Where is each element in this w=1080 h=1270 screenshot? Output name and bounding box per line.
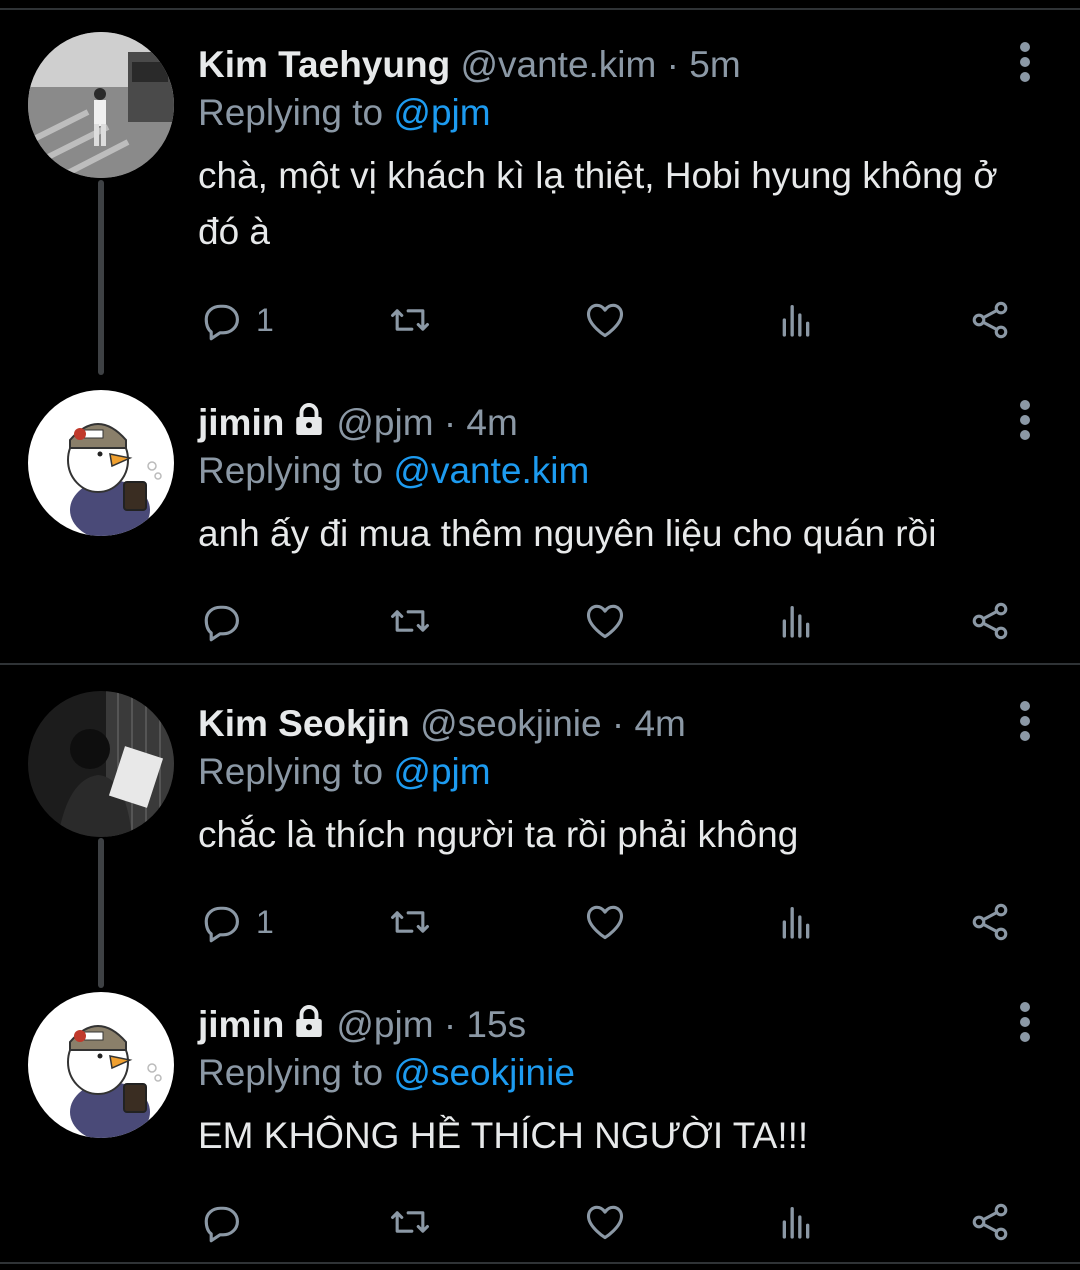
avatar[interactable] (28, 992, 174, 1138)
retweet-button[interactable] (386, 898, 434, 946)
views-icon (782, 606, 810, 638)
tweet-text: chắc là thích người ta rồi phải không (198, 814, 799, 855)
lock-icon (296, 403, 323, 435)
user-handle[interactable]: @pjm (336, 1004, 433, 1045)
like-button[interactable] (582, 597, 628, 645)
display-name[interactable]: jimin (198, 402, 284, 443)
timestamp[interactable]: 4m (634, 703, 685, 744)
user-handle[interactable]: @seokjinie (420, 703, 602, 744)
timestamp[interactable]: 5m (689, 44, 740, 85)
more-icon[interactable] (1014, 40, 1036, 84)
mention-link[interactable]: @pjm (393, 751, 490, 792)
retweet-icon (391, 610, 429, 632)
replying-label: Replying to (198, 751, 384, 792)
tweet-text: chà, một vị khách kì lạ thiệt, Hobi hyun… (198, 155, 998, 252)
more-icon[interactable] (1014, 699, 1036, 743)
retweet-icon (391, 1211, 429, 1233)
reply-icon (204, 906, 239, 943)
share-icon (972, 301, 1008, 339)
share-icon (972, 903, 1008, 941)
replying-to: Replying to @vante.kim (198, 448, 1040, 494)
tweet[interactable]: jimin @pjm · 15s Replying to @seokjinie E… (0, 982, 1080, 1262)
retweet-button[interactable] (386, 597, 434, 645)
replying-label: Replying to (198, 450, 384, 491)
views-icon (782, 1207, 810, 1239)
views-button[interactable] (776, 597, 816, 645)
tweet-actions (198, 597, 1040, 645)
reply-button[interactable]: 1 (198, 296, 274, 344)
replying-to: Replying to @pjm (198, 90, 1040, 136)
reply-count: 1 (256, 903, 274, 940)
share-icon (972, 1203, 1008, 1241)
views-icon (782, 305, 810, 337)
reply-button[interactable]: 1 (198, 898, 274, 946)
separator: · (666, 44, 679, 85)
timestamp[interactable]: 15s (466, 1004, 526, 1045)
avatar[interactable] (28, 32, 174, 178)
like-button[interactable] (582, 898, 628, 946)
retweet-button[interactable] (386, 1198, 434, 1246)
tweet-actions (198, 1198, 1040, 1246)
heart-icon (586, 1205, 624, 1240)
mention-link[interactable]: @vante.kim (393, 450, 589, 491)
display-name[interactable]: Kim Taehyung (198, 44, 450, 85)
tweet-actions: 1 (198, 296, 1040, 344)
lock-icon (296, 1005, 323, 1037)
timestamp[interactable]: 4m (466, 402, 517, 443)
share-button[interactable] (968, 898, 1012, 946)
views-icon (782, 907, 810, 939)
more-icon[interactable] (1014, 398, 1036, 442)
reply-count: 1 (256, 301, 274, 338)
views-button[interactable] (776, 296, 816, 344)
avatar[interactable] (28, 390, 174, 536)
heart-icon (586, 303, 624, 338)
user-handle[interactable]: @vante.kim (460, 44, 656, 85)
avatar[interactable] (28, 691, 174, 837)
reply-button[interactable] (198, 1198, 256, 1246)
tweet-actions: 1 (198, 898, 1040, 946)
separator: · (443, 402, 457, 443)
reply-icon (204, 605, 239, 642)
mention-link[interactable]: @pjm (393, 92, 490, 133)
user-handle[interactable]: @pjm (336, 402, 433, 443)
retweet-icon (391, 309, 429, 331)
separator: · (443, 1004, 457, 1045)
reply-icon (204, 1206, 239, 1243)
tweet-text: anh ấy đi mua thêm nguyên liệu cho quán … (198, 513, 937, 554)
more-icon[interactable] (1014, 1000, 1036, 1044)
tweet[interactable]: Kim Taehyung @vante.kim · 5m Replying to… (0, 0, 1080, 360)
replying-to: Replying to @pjm (198, 749, 1040, 795)
heart-icon (586, 905, 624, 940)
heart-icon (586, 604, 624, 639)
reply-button[interactable] (198, 597, 256, 645)
reply-icon (204, 304, 239, 341)
replying-to: Replying to @seokjinie (198, 1050, 1040, 1096)
tweet-text: EM KHÔNG HỀ THÍCH NGƯỜI TA!!! (198, 1115, 809, 1156)
mention-link[interactable]: @seokjinie (393, 1052, 575, 1093)
views-button[interactable] (776, 898, 816, 946)
share-button[interactable] (968, 597, 1012, 645)
tweet[interactable]: Kim Seokjin @seokjinie · 4m Replying to … (0, 665, 1080, 985)
like-button[interactable] (582, 1198, 628, 1246)
like-button[interactable] (582, 296, 628, 344)
replying-label: Replying to (198, 92, 384, 133)
retweet-icon (391, 911, 429, 933)
display-name[interactable]: jimin (198, 1004, 284, 1045)
share-button[interactable] (968, 1198, 1012, 1246)
replying-label: Replying to (198, 1052, 384, 1093)
separator: · (611, 703, 625, 744)
display-name[interactable]: Kim Seokjin (198, 703, 410, 744)
bottom-divider (0, 1262, 1080, 1264)
share-button[interactable] (968, 296, 1012, 344)
share-icon (972, 602, 1008, 640)
tweet[interactable]: jimin @pjm · 4m Replying to @vante.kim an… (0, 380, 1080, 663)
retweet-button[interactable] (386, 296, 434, 344)
views-button[interactable] (776, 1198, 816, 1246)
